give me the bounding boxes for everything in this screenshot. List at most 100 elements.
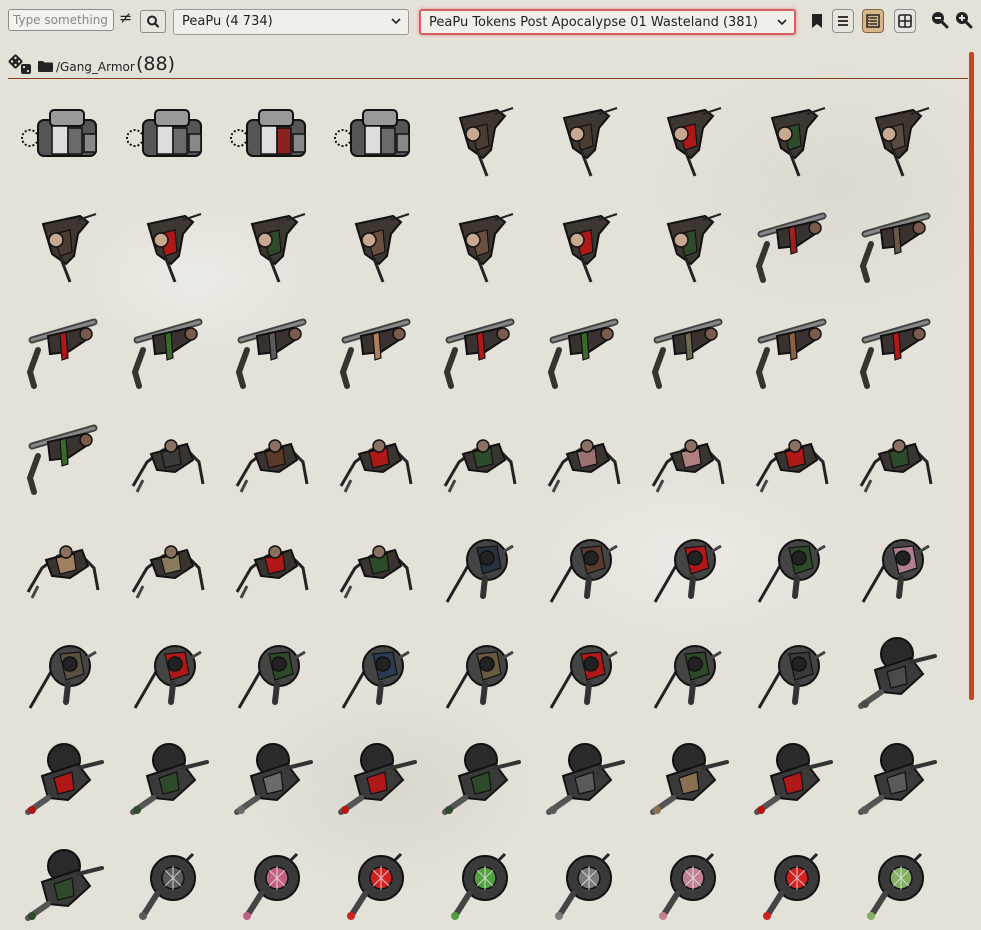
folder-count: (88): [136, 53, 176, 75]
pack-select[interactable]: PeaPu Tokens Post Apocalypse 01 Wastelan…: [419, 9, 796, 35]
token-crawler[interactable]: [321, 406, 421, 506]
token-clubber[interactable]: [529, 300, 629, 400]
zoom-out-button[interactable]: [929, 9, 951, 33]
collection-select[interactable]: PeaPu (4 734): [173, 9, 409, 35]
grid-view-button[interactable]: [894, 9, 916, 33]
zoom-in-icon: [956, 12, 973, 29]
token-crawler[interactable]: [113, 406, 213, 506]
list-view-button[interactable]: [832, 9, 854, 33]
token-raider[interactable]: [425, 88, 525, 188]
token-brute[interactable]: [217, 830, 317, 930]
token-raider[interactable]: [217, 194, 317, 294]
detail-view-button[interactable]: [862, 9, 884, 33]
token-heavy[interactable]: [633, 724, 733, 824]
chevron-down-icon: [777, 19, 787, 26]
token-heavy[interactable]: [321, 724, 421, 824]
token-crawler[interactable]: [217, 406, 317, 506]
token-swordsman[interactable]: [633, 618, 733, 718]
token-heavy[interactable]: [113, 724, 213, 824]
token-brute[interactable]: [113, 830, 213, 930]
detail-view-icon: [866, 14, 880, 28]
token-swordsman[interactable]: [841, 512, 941, 612]
token-crawler[interactable]: [8, 512, 108, 612]
token-raider[interactable]: [529, 88, 629, 188]
scrollbar-thumb[interactable]: [969, 52, 974, 700]
token-crawler[interactable]: [737, 406, 837, 506]
search-input[interactable]: [8, 9, 114, 31]
token-clubber[interactable]: [737, 300, 837, 400]
token-heavy[interactable]: [737, 724, 837, 824]
token-swordsman[interactable]: [425, 618, 525, 718]
token-heavy[interactable]: [425, 724, 525, 824]
token-heavy[interactable]: [8, 830, 108, 930]
token-crawler[interactable]: [217, 512, 317, 612]
header-divider: [8, 78, 968, 79]
token-mech[interactable]: [321, 88, 421, 188]
token-clubber[interactable]: [321, 300, 421, 400]
token-brute[interactable]: [737, 830, 837, 930]
dice-icon[interactable]: [8, 54, 34, 76]
token-crawler[interactable]: [841, 406, 941, 506]
token-mech[interactable]: [8, 88, 108, 188]
token-clubber[interactable]: [217, 300, 317, 400]
magnifier-icon: [147, 15, 160, 28]
token-raider[interactable]: [113, 194, 213, 294]
toolbar: ≠ PeaPu (4 734) PeaPu Tokens Post Apocal…: [0, 0, 981, 44]
token-clubber[interactable]: [841, 300, 941, 400]
token-heavy[interactable]: [841, 618, 941, 718]
token-clubber[interactable]: [425, 300, 525, 400]
token-swordsman[interactable]: [113, 618, 213, 718]
token-raider[interactable]: [8, 194, 108, 294]
token-heavy[interactable]: [217, 724, 317, 824]
token-raider[interactable]: [633, 88, 733, 188]
token-swordsman[interactable]: [633, 512, 733, 612]
token-heavy[interactable]: [8, 724, 108, 824]
token-swordsman[interactable]: [529, 618, 629, 718]
folder-header: /Gang_Armor (88): [8, 52, 968, 78]
token-crawler[interactable]: [529, 406, 629, 506]
bookmark-icon: [812, 14, 822, 28]
folder-path: /Gang_Armor: [56, 60, 135, 74]
token-crawler[interactable]: [113, 512, 213, 612]
not-equal-toggle[interactable]: ≠: [119, 8, 132, 27]
token-swordsman[interactable]: [217, 618, 317, 718]
token-raider[interactable]: [529, 194, 629, 294]
token-swordsman[interactable]: [737, 618, 837, 718]
token-clubber[interactable]: [8, 406, 108, 506]
token-swordsman[interactable]: [737, 512, 837, 612]
token-raider[interactable]: [425, 194, 525, 294]
token-raider[interactable]: [321, 194, 421, 294]
token-brute[interactable]: [529, 830, 629, 930]
token-swordsman[interactable]: [321, 618, 421, 718]
token-crawler[interactable]: [633, 406, 733, 506]
token-brute[interactable]: [841, 830, 941, 930]
token-brute[interactable]: [321, 830, 421, 930]
token-mech[interactable]: [113, 88, 213, 188]
token-swordsman[interactable]: [529, 512, 629, 612]
token-swordsman[interactable]: [425, 512, 525, 612]
token-clubber[interactable]: [113, 300, 213, 400]
token-grid: [0, 88, 960, 927]
token-clubber[interactable]: [841, 194, 941, 294]
token-crawler[interactable]: [425, 406, 525, 506]
token-clubber[interactable]: [633, 300, 733, 400]
token-raider[interactable]: [737, 88, 837, 188]
grid-view-icon: [898, 14, 912, 28]
token-heavy[interactable]: [529, 724, 629, 824]
token-heavy[interactable]: [841, 724, 941, 824]
search-button[interactable]: [140, 10, 166, 33]
collection-select-value: PeaPu (4 734): [182, 14, 273, 29]
token-brute[interactable]: [425, 830, 525, 930]
token-mech[interactable]: [217, 88, 317, 188]
token-crawler[interactable]: [321, 512, 421, 612]
bookmark-button[interactable]: [806, 9, 828, 33]
folder-icon: [38, 61, 53, 72]
token-brute[interactable]: [633, 830, 733, 930]
zoom-in-button[interactable]: [953, 9, 975, 33]
token-raider[interactable]: [841, 88, 941, 188]
zoom-out-icon: [932, 12, 949, 29]
token-swordsman[interactable]: [8, 618, 108, 718]
token-raider[interactable]: [633, 194, 733, 294]
token-clubber[interactable]: [737, 194, 837, 294]
token-clubber[interactable]: [8, 300, 108, 400]
